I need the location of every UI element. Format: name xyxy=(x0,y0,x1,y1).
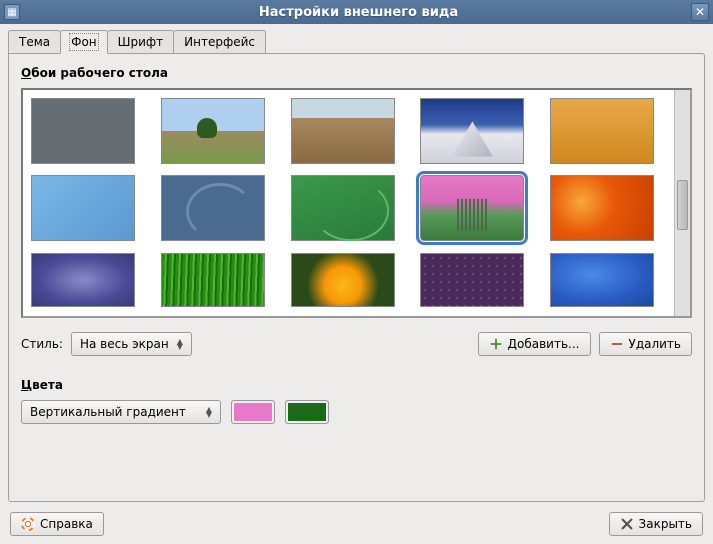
tab-content-background: Обои рабочего стола Стиль: На весь экран… xyxy=(8,53,705,502)
tab-background[interactable]: Фон xyxy=(60,30,108,54)
minus-icon xyxy=(610,337,624,351)
gradient-type-combo[interactable]: Вертикальный градиент ▲▼ xyxy=(21,400,221,424)
wallpaper-thumb-yellow-flower[interactable] xyxy=(291,253,395,307)
combo-arrows-icon: ▲▼ xyxy=(177,339,183,349)
help-icon xyxy=(21,517,35,531)
wallpaper-thumb-mountain-peak[interactable] xyxy=(420,98,524,164)
remove-button[interactable]: Удалить xyxy=(599,332,693,356)
wallpaper-thumb-purple-dots[interactable] xyxy=(420,253,524,307)
close-button[interactable]: Закрыть xyxy=(609,512,703,536)
color-swatch-1[interactable] xyxy=(231,400,275,424)
window-icon: ▦ xyxy=(4,4,20,20)
window-title: Настройки внешнего вида xyxy=(26,5,691,20)
wallpaper-thumb-countryside-path[interactable] xyxy=(161,98,265,164)
close-icon: ✕ xyxy=(695,5,705,19)
wallpaper-thumb-canyon[interactable] xyxy=(291,98,395,164)
wallpaper-thumb-purple-wave[interactable] xyxy=(31,253,135,307)
scrollbar-thumb[interactable] xyxy=(677,180,688,230)
wallpaper-thumb-pink-green-plants[interactable] xyxy=(420,175,524,241)
wallpaper-scrollbar[interactable] xyxy=(674,90,690,316)
wallpaper-list xyxy=(21,88,692,318)
window-close-button[interactable]: ✕ xyxy=(691,3,709,21)
tab-font[interactable]: Шрифт xyxy=(107,30,175,53)
plus-icon xyxy=(489,337,503,351)
wallpaper-thumb-green-grass[interactable] xyxy=(161,253,265,307)
wallpaper-section-label: Обои рабочего стола xyxy=(21,66,692,80)
tab-bar: Тема Фон Шрифт Интерфейс xyxy=(8,30,705,53)
gradient-type-value: Вертикальный градиент xyxy=(30,405,198,419)
style-combo[interactable]: На весь экран ▲▼ xyxy=(71,332,192,356)
help-button[interactable]: Справка xyxy=(10,512,104,536)
tab-theme[interactable]: Тема xyxy=(8,30,61,53)
titlebar: ▦ Настройки внешнего вида ✕ xyxy=(0,0,713,24)
wallpaper-thumb-green-swirl[interactable] xyxy=(291,175,395,241)
wallpaper-thumb-blue-gradient[interactable] xyxy=(31,175,135,241)
colors-section-label: Цвета xyxy=(21,378,692,392)
close-icon xyxy=(620,517,634,531)
wallpaper-thumb-debian-swirl-blue[interactable] xyxy=(161,175,265,241)
wallpaper-thumb-orange-gradient[interactable] xyxy=(550,98,654,164)
combo-arrows-icon: ▲▼ xyxy=(206,407,212,417)
tab-interface[interactable]: Интерфейс xyxy=(173,30,266,53)
wallpaper-thumb-solid-gray[interactable] xyxy=(31,98,135,164)
wallpaper-thumb-blue-wave[interactable] xyxy=(550,253,654,307)
wallpaper-thumb-orange-flower-macro[interactable] xyxy=(550,175,654,241)
add-button[interactable]: Добавить... xyxy=(478,332,591,356)
style-value: На весь экран xyxy=(80,337,169,351)
color-swatch-2[interactable] xyxy=(285,400,329,424)
style-label: Стиль: xyxy=(21,337,63,351)
